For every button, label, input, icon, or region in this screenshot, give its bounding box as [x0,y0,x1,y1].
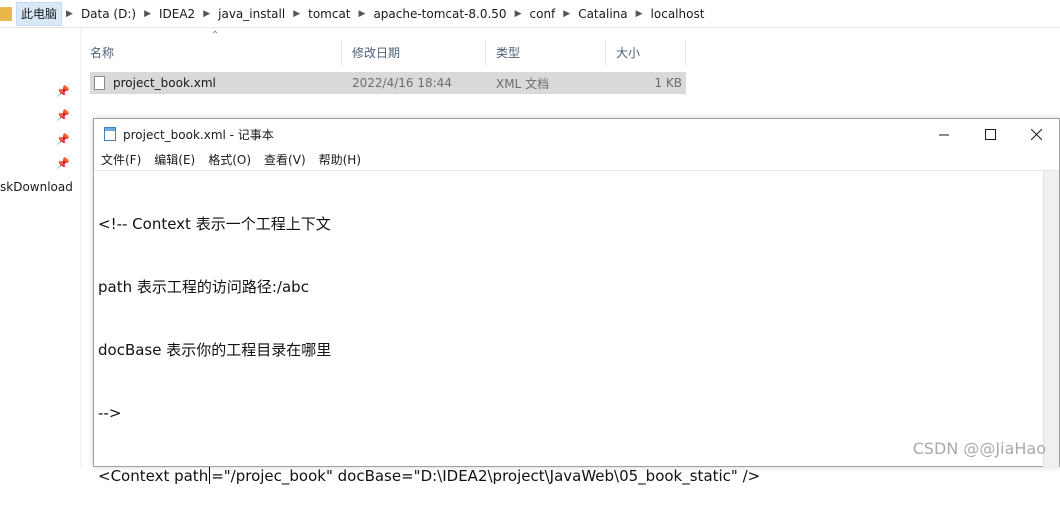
navigation-pane: 📌 📌 📌 📌 skDownload [0,28,81,467]
breadcrumb-apache-tomcat[interactable]: apache-tomcat-8.0.50 [369,3,510,25]
sort-up-icon: ⌃ [211,30,220,41]
breadcrumb-localhost[interactable]: localhost [647,3,709,25]
text-before-caret: <Context path [98,467,209,485]
minimize-icon [938,134,949,135]
address-bar[interactable]: 此电脑 ▶ Data (D:) ▶ IDEA2 ▶ java_install ▶… [0,0,1060,28]
chevron-right-icon[interactable]: ▶ [355,9,370,19]
window-controls [921,119,1059,149]
editor-content[interactable]: <!-- Context 表示一个工程上下文 path 表示工程的访问路径:/a… [98,172,1043,529]
file-name-cell: project_book.xml [90,76,342,90]
text-line: <!-- Context 表示一个工程上下文 [98,215,331,233]
notepad-window[interactable]: project_book.xml - 记事本 文件(F) 编辑(E) 格式(O)… [93,118,1060,485]
breadcrumb-catalina[interactable]: Catalina [574,3,631,25]
pin-icon[interactable]: 📌 [56,110,70,122]
breadcrumb-java-install[interactable]: java_install [214,3,289,25]
breadcrumb-conf[interactable]: conf [526,3,560,25]
file-size: 1 KB [654,76,682,90]
column-header-name[interactable]: ⌃ 名称 [80,30,342,66]
pin-icon[interactable]: 📌 [56,158,70,170]
title-bar[interactable]: project_book.xml - 记事本 [94,119,1059,149]
text-line: --> [98,404,122,422]
menu-edit[interactable]: 编辑(E) [147,151,201,168]
file-date: 2022/4/16 18:44 [352,76,452,90]
maximize-icon [984,128,996,140]
column-header-size[interactable]: 大小 [606,40,686,66]
text-line: docBase 表示你的工程目录在哪里 [98,341,332,359]
chevron-right-icon[interactable]: ▶ [511,9,526,19]
file-type: XML 文档 [496,76,550,91]
file-list-header: ⌃ 名称 修改日期 类型 大小 [80,30,692,66]
menu-help[interactable]: 帮助(H) [312,151,367,168]
column-header-date[interactable]: 修改日期 [342,40,486,66]
chevron-right-icon[interactable]: ▶ [289,9,304,19]
breadcrumb-tomcat[interactable]: tomcat [304,3,354,25]
menu-format[interactable]: 格式(O) [201,151,257,168]
folder-icon [0,6,12,21]
breadcrumb-idea2[interactable]: IDEA2 [155,3,199,25]
file-row[interactable]: project_book.xml 2022/4/16 18:44 XML 文档 … [90,72,686,94]
chevron-right-icon[interactable]: ▶ [140,9,155,19]
chevron-right-icon[interactable]: ▶ [632,9,647,19]
nav-item-download[interactable]: skDownload [0,180,73,194]
text-after-caret: ="/projec_book" docBase="D:\IDEA2\projec… [211,467,761,485]
column-header-type[interactable]: 类型 [486,40,606,66]
minimize-button[interactable] [921,119,967,149]
pin-icon[interactable]: 📌 [56,86,70,98]
close-icon [1030,128,1042,140]
menu-file[interactable]: 文件(F) [94,151,147,168]
text-line: path 表示工程的访问路径:/abc [98,278,309,296]
notepad-icon [104,127,116,141]
menu-bar: 文件(F) 编辑(E) 格式(O) 查看(V) 帮助(H) [94,149,367,169]
chevron-right-icon[interactable]: ▶ [62,9,77,19]
chevron-right-icon[interactable]: ▶ [199,9,214,19]
menu-view[interactable]: 查看(V) [257,151,312,168]
text-editor[interactable]: <!-- Context 表示一个工程上下文 path 表示工程的访问路径:/a… [94,170,1059,485]
text-line: <Context path ="/projec_book" docBase="D:… [98,466,1043,487]
watermark: CSDN @@JiaHao [912,439,1046,458]
pin-icon[interactable]: 📌 [56,134,70,146]
window-title: project_book.xml - 记事本 [123,127,274,142]
close-button[interactable] [1013,119,1059,149]
text-caret [209,467,211,484]
chevron-right-icon[interactable]: ▶ [559,9,574,19]
vertical-scrollbar[interactable] [1043,171,1059,467]
breadcrumb-data-drive[interactable]: Data (D:) [77,3,140,25]
breadcrumb-this-pc[interactable]: 此电脑 [16,1,63,26]
maximize-button[interactable] [967,119,1013,149]
file-name: project_book.xml [113,76,216,90]
file-icon [94,76,105,90]
